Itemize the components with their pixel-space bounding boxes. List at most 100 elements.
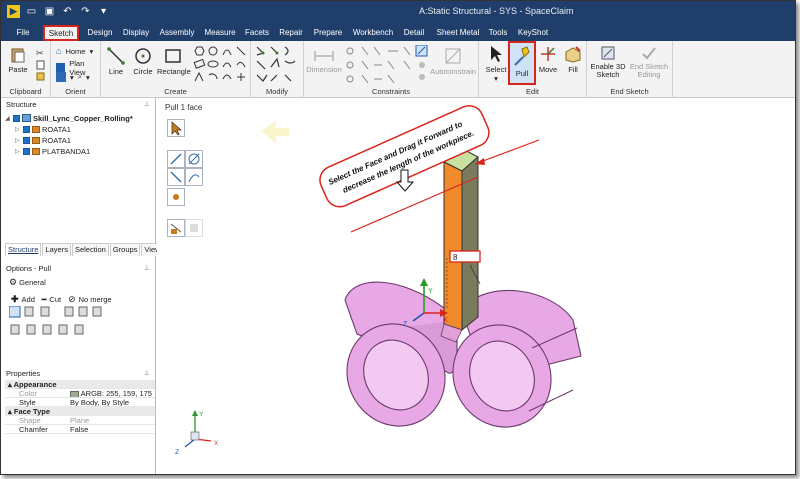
cut-option[interactable]: Cut [49,295,61,304]
application-window: ▶ ▭ ▣ ↶ ↷ ▾ A:Static Structural - SYS - … [0,0,796,475]
save-icon[interactable]: ▣ [43,5,56,18]
pull-option-icons[interactable] [9,306,109,340]
visibility-checkbox[interactable] [13,114,20,122]
create-tools-icons[interactable] [193,45,249,85]
property-row-color[interactable]: Color ARGB: 255, 159, 175 [5,389,155,398]
view-cube-icon [56,72,66,82]
select-button[interactable]: Select ▾ [483,45,509,83]
tab-layers[interactable]: Layers [42,243,71,256]
fill-button[interactable]: Fill [562,45,584,74]
structure-panel-title: Structure ⊥ [1,99,156,111]
component-icon [32,136,40,144]
redo-icon[interactable]: ↷ [79,5,92,18]
autoconstrain-icon [445,48,461,64]
structure-title-text: Structure [6,100,37,109]
tab-facets[interactable]: Facets [243,26,271,41]
enable-3d-sketch-label: Enable 3D Sketch [590,62,626,79]
tab-measure[interactable]: Measure [203,26,237,41]
left-panel: Structure ⊥ ◢ Skill_Lync_Copper_Rolling*… [1,98,168,474]
pin-icon[interactable]: ⊥ [144,263,150,275]
model-canvas[interactable]: 8 Y X Z Select the Face and Drag it Forw… [157,98,796,475]
circle-button[interactable]: Circle [130,47,156,76]
roller-left[interactable] [328,281,463,444]
property-row-chamfer[interactable]: Chamfer False [5,425,155,434]
pull-button[interactable]: Pull [508,41,536,85]
autoconstrain-button[interactable]: Autoconstrain [430,47,476,76]
enable-3d-sketch-button[interactable]: Enable 3D Sketch [589,45,627,79]
home-icon: ⌂ [56,46,62,56]
tree-item-platbanda1[interactable]: ▷ PLATBANDA1 [15,146,90,156]
tab-structure[interactable]: Structure [5,243,42,256]
tree-item-roata1[interactable]: ▷ ROATA1 [15,135,71,145]
tab-selection[interactable]: Selection [71,243,109,256]
title-bar: ▶ ▭ ▣ ↶ ↷ ▾ A:Static Structural - SYS - … [1,1,795,24]
property-row-style[interactable]: Style By Body, By Style [5,398,155,407]
visibility-checkbox[interactable] [23,147,30,155]
tab-workbench[interactable]: Workbench [351,26,395,41]
modify-tools-icons[interactable] [255,45,301,85]
expand-icon[interactable]: ▷ [15,148,21,155]
add-option[interactable]: Add [22,295,35,304]
x-axis-label: X [443,317,448,324]
property-key: Color [19,389,37,398]
tab-prepare[interactable]: Prepare [312,26,344,41]
tab-sketch[interactable]: Sketch [43,25,79,41]
svg-text:✂: ✂ [36,48,44,58]
tree-root[interactable]: ◢ Skill_Lync_Copper_Rolling* [5,113,133,123]
visibility-checkbox[interactable] [23,125,30,133]
paste-button[interactable]: Paste [5,47,31,74]
tab-groups[interactable]: Groups [109,243,141,256]
property-section-face-type[interactable]: ▴ Face Type [5,407,155,416]
tab-repair[interactable]: Repair [277,26,305,41]
expand-icon[interactable]: ▷ [15,137,21,144]
line-button[interactable]: Line [104,47,128,76]
modify-group-label: Modify [265,87,289,96]
tab-file[interactable]: File [13,26,33,41]
rectangle-button[interactable]: Rectangle [157,47,191,76]
tab-tools[interactable]: Tools [486,26,510,41]
end-sketch-group-label: End Sketch [610,87,649,96]
pull-label: Pull [515,69,529,78]
chevron-down-icon: ▾ [494,74,498,83]
no-merge-icon[interactable]: ⊘ [68,294,76,305]
circle-label: Circle [133,67,153,76]
view-cube-button[interactable]: ▾ ⌕ ▾ [56,72,90,82]
open-folder-icon[interactable]: ▭ [25,5,38,18]
ribbon: Paste ✂ Clipboard ⌂ Home ▾ Plan View ▾ ⌕… [1,41,795,98]
tab-keyshot[interactable]: KeyShot [516,26,550,41]
options-general[interactable]: ⚙ General [9,277,46,287]
no-merge-option[interactable]: No merge [79,295,112,304]
dimension-button[interactable]: Dimension [306,49,342,74]
cut-icon[interactable]: ━ [42,295,47,304]
collapse-icon[interactable]: ◢ [5,115,11,122]
clipboard-small-icons: ✂ [36,48,45,81]
undo-icon[interactable]: ↶ [61,5,74,18]
property-value: By Body, By Style [70,398,130,406]
pin-icon[interactable]: ⊥ [144,99,150,111]
clipboard-group-label: Clipboard [9,87,42,96]
dimension-value[interactable]: 8 [453,253,458,262]
pin-icon[interactable]: ⊥ [144,368,150,380]
tab-sheet-metal[interactable]: Sheet Metal [435,26,481,41]
fill-icon [565,46,581,63]
clipboard-group: Paste ✂ Clipboard [1,41,51,98]
add-icon[interactable]: ✚ [11,294,19,305]
visibility-checkbox[interactable] [23,136,30,144]
property-row-shape[interactable]: Shape Plane [5,416,155,425]
tab-display[interactable]: Display [121,26,151,41]
move-button[interactable]: Move [536,45,560,74]
home-button[interactable]: ⌂ Home ▾ [56,46,93,56]
tree-item-roata1[interactable]: ▷ ROATA1 [15,124,71,134]
tab-assembly[interactable]: Assembly [159,26,195,41]
tab-detail[interactable]: Detail [399,26,429,41]
customize-dropdown-icon[interactable]: ▾ [97,5,110,18]
end-sketch-editing-button[interactable]: End Sketch Editing [629,45,669,79]
constraint-tools-icons[interactable] [344,45,428,85]
property-section-appearance[interactable]: ▴ Appearance [5,380,155,389]
corner-x-label: X [214,440,219,447]
properties-grid: ▴ Appearance Color ARGB: 255, 159, 175 S… [5,380,155,434]
design-viewport[interactable]: Pull 1 face 8 Y X Z Select the Face and … [157,98,796,475]
tab-design[interactable]: Design [85,26,115,41]
component-icon [32,125,40,133]
expand-icon[interactable]: ▷ [15,126,21,133]
